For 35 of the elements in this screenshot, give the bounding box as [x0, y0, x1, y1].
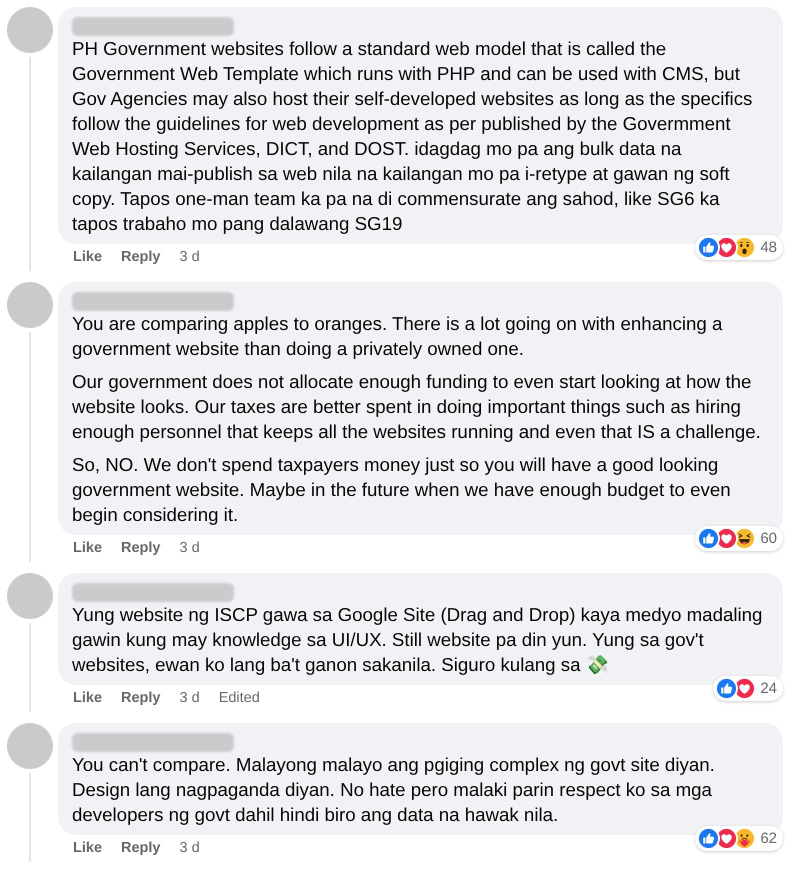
- comment-action-link[interactable]: Reply: [121, 539, 161, 557]
- reaction-count: 60: [760, 528, 777, 548]
- reaction-summary[interactable]: 62: [695, 826, 783, 851]
- avatar-placeholder: [7, 7, 53, 53]
- reaction-count: 48: [760, 238, 777, 258]
- comment-action-link[interactable]: Like: [73, 248, 102, 266]
- comment-meta-text: 3 d: [180, 539, 200, 557]
- comment-text: So, NO. We don't spend taxpayers money just so you will have a good looking government website. Maybe in the future when we have enough budget to even begin considering it.: [72, 453, 732, 527]
- thumbs-up-icon: [697, 827, 720, 850]
- comment-text: You are comparing apples to oranges. There is a lot going on with enhancing a government website than doing a privately owned one.: [72, 312, 724, 361]
- reaction-summary[interactable]: 60: [695, 526, 783, 551]
- comment-action-link[interactable]: Like: [73, 689, 102, 707]
- comment-action-link[interactable]: Reply: [121, 689, 161, 707]
- comment-meta-text: Edited: [218, 689, 260, 707]
- comment-text: Yung website ng ISCP gawa sa Google Site (Drag and Drop) kaya medyo madaling gawin kung may knowledge sa UI/UX. Still website pa din yun. Yung sa gov't websites, ewan ko lang ba't ganon sakanila. Siguro kulang sa 💸: [72, 603, 764, 677]
- thumbs-up-icon: [697, 527, 720, 550]
- avatar-placeholder: [7, 573, 53, 619]
- comment-text: PH Government websites follow a standard web model that is called the Government Web Template which runs with PHP and can be used with CMS, but Gov Agencies may also host their self-developed websites as long as the specifics follow the guidelines for web development as per published by the Govermment Web Hosting Services, DICT, and DOST. idagdag mo pa ang bulk data na kailangan mai-publish sa web nila na kailangan mo pa i-retype at gawan ng soft copy. Tapos one-man team ka pa na di commensurate ang sahod, like SG6 ka tapos trabaho mo pang dalawang SG19: [72, 37, 754, 236]
- reaction-summary[interactable]: 24: [713, 676, 783, 701]
- reaction-count: 62: [760, 828, 777, 848]
- comment-action-link[interactable]: Like: [73, 839, 102, 857]
- comment-action-link[interactable]: Reply: [121, 839, 161, 857]
- thumbs-up-icon: [715, 677, 738, 700]
- comment-action-link[interactable]: Like: [73, 539, 102, 557]
- comment-meta-text: 3 d: [180, 248, 200, 266]
- comment-text: You can't compare. Malayong malayo ang pgiging complex ng govt site diyan. Design lang nagpaganda diyan. No hate pero malaki parin respect ko sa mga developers ng govt dahil hindi biro ang data na hawak nila.: [72, 753, 716, 827]
- comment-meta-text: 3 d: [180, 839, 200, 857]
- reaction-count: 24: [760, 678, 777, 698]
- thumbs-up-icon: [697, 236, 720, 259]
- comment-action-link[interactable]: Reply: [121, 248, 161, 266]
- avatar-placeholder: [7, 282, 53, 328]
- avatar-placeholder: [7, 723, 53, 769]
- reaction-summary[interactable]: 48: [695, 235, 783, 260]
- comment-text: Our government does not allocate enough funding to even start looking at how the website looks. Our taxes are better spent in doing important things such as hiring enough personnel that keeps all the websites running and even that IS a challenge.: [72, 370, 762, 444]
- comment-meta-text: 3 d: [180, 689, 200, 707]
